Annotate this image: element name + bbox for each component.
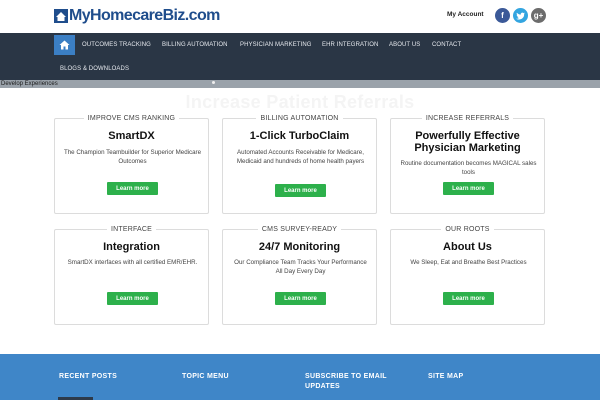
footer-heading-recent-posts: RECENT POSTS [59,373,118,380]
card-title: SmartDX [108,130,155,142]
card-description: The Champion Teambuilder for Superior Me… [63,149,202,165]
card-turboclaim: BILLING AUTOMATION 1-Click TurboClaim Au… [222,115,377,214]
card-category: CMS SURVEY-READY [223,226,376,233]
card-category: OUR ROOTS [391,226,544,233]
nav-physician-marketing[interactable]: PHYSICIAN MARKETING [240,42,312,48]
nav-about-us[interactable]: ABOUT US [389,42,420,48]
google-plus-icon[interactable]: g+ [531,8,546,23]
facebook-icon[interactable]: f [495,8,510,23]
slider-dot-icon[interactable] [212,81,215,84]
top-header: MyHomecareBiz.com My Account f g+ [0,0,600,34]
card-description: Routine documentation becomes MAGICAL sa… [400,160,537,176]
main-navigation: OUTCOMES TRACKING BILLING AUTOMATION PHY… [0,33,600,80]
card-description: We Sleep, Eat and Breathe Best Practices [410,259,527,266]
card-about-us: OUR ROOTS About Us We Sleep, Eat and Bre… [390,226,545,325]
nav-contact[interactable]: CONTACT [432,42,461,48]
card-category: INCREASE REFERRALS [391,115,544,122]
card-title: 1-Click TurboClaim [249,130,350,142]
card-category: BILLING AUTOMATION [223,115,376,122]
strip-label: Develop Experiences [1,81,58,87]
logo-text: MyHomecareBiz.com [69,7,220,24]
footer-heading-site-map: SITE MAP [428,373,464,380]
card-description: SmartDX interfaces with all certified EM… [67,259,198,266]
card-title: Integration [103,241,160,253]
card-category: INTERFACE [55,226,208,233]
learn-more-button[interactable]: Learn more [107,182,158,195]
learn-more-button[interactable]: Learn more [107,292,158,305]
footer-heading-subscribe: SUBSCRIBE TO EMAIL UPDATES [305,373,387,390]
card-title: Powerfully Effective Physician Marketing [414,130,521,154]
slider-strip [0,80,600,88]
house-logo-icon [54,9,68,23]
my-account-link[interactable]: My Account [447,11,484,18]
learn-more-button[interactable]: Learn more [275,184,326,197]
twitter-icon[interactable] [513,8,528,23]
learn-more-button[interactable]: Learn more [443,182,494,195]
footer-heading-topic-menu: TOPIC MENU [182,373,229,380]
hero-title: Increase Patient Referrals [185,92,415,112]
site-logo[interactable]: MyHomecareBiz.com [54,7,220,25]
card-title: About Us [443,241,492,253]
nav-outcomes-tracking[interactable]: OUTCOMES TRACKING [82,42,151,48]
card-smartdx: IMPROVE CMS RANKING SmartDX The Champion… [54,115,209,214]
learn-more-button[interactable]: Learn more [275,292,326,305]
nav-ehr-integration[interactable]: EHR INTEGRATION [322,42,378,48]
learn-more-button[interactable]: Learn more [443,292,494,305]
card-physician-marketing: INCREASE REFERRALS Powerfully Effective … [390,115,545,214]
nav-billing-automation[interactable]: BILLING AUTOMATION [162,42,228,48]
card-description: Automated Accounts Receivable for Medica… [236,149,365,165]
nav-home-button[interactable] [54,35,75,55]
card-integration: INTERFACE Integration SmartDX interfaces… [54,226,209,325]
home-icon [59,40,70,50]
card-title: 24/7 Monitoring [258,241,341,253]
card-description: Our Compliance Team Tracks Your Performa… [234,259,367,275]
card-monitoring: CMS SURVEY-READY 24/7 Monitoring Our Com… [222,226,377,325]
nav-blogs-downloads[interactable]: BLOGS & DOWNLOADS [60,66,129,72]
card-category: IMPROVE CMS RANKING [55,115,208,122]
